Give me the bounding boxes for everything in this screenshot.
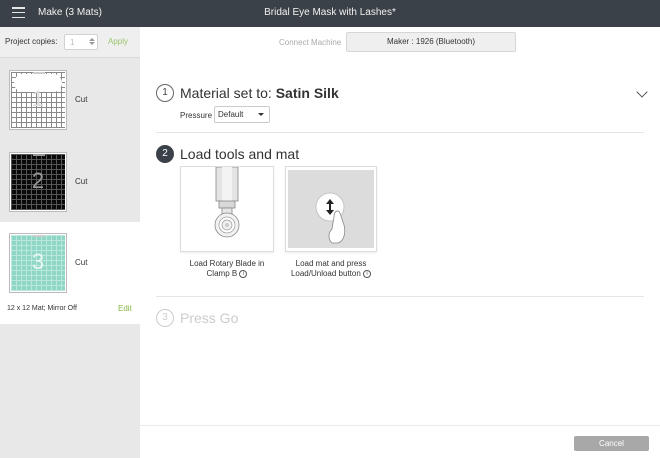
chevron-down-icon[interactable] (636, 86, 648, 98)
project-copies-stepper[interactable]: 1 (64, 34, 98, 50)
step-2-title: Load tools and mat (180, 146, 300, 162)
project-copies-value[interactable]: 1 (70, 38, 74, 47)
mat-sidebar: Project copies: 1 Apply 1 Cut 2 Cut 3 Cu… (0, 27, 140, 458)
rotary-blade-instruction: Load Rotary Blade in Clamp B i (189, 259, 265, 278)
mat-cut-label: Cut (75, 177, 88, 186)
divider (156, 296, 644, 297)
rotary-blade-icon (214, 166, 240, 238)
edit-mat-link[interactable]: Edit (118, 304, 132, 313)
mat-size-info: 12 x 12 Mat; Mirror Off (7, 305, 77, 312)
mat-item-3-selected[interactable]: 3 Cut 12 x 12 Mat; Mirror Off Edit (0, 222, 140, 324)
stepper-up-icon[interactable] (88, 38, 95, 41)
info-icon[interactable]: i (363, 269, 372, 278)
mat-number: 3 (31, 249, 45, 274)
material-name: Satin Silk (275, 85, 339, 101)
step-2-number: 2 (156, 145, 174, 163)
divider (156, 132, 644, 133)
mat-item-2[interactable]: 2 Cut (0, 140, 140, 222)
footer-bar: Cancel (140, 425, 660, 458)
step-1-number: 1 (156, 84, 174, 102)
machine-selector[interactable]: Maker : 1926 (Bluetooth) (346, 32, 516, 52)
step-3-number: 3 (156, 309, 174, 327)
pressure-select[interactable]: Default (214, 106, 270, 123)
step-3-title: Press Go (180, 310, 239, 326)
stepper-arrows[interactable] (88, 37, 95, 48)
pressure-label: Pressure (180, 111, 213, 120)
project-copies-row: Project copies: 1 Apply (0, 27, 140, 58)
load-mat-card (285, 166, 377, 252)
caret-down-icon (258, 113, 264, 116)
main-panel: Connect Machine Maker : 1926 (Bluetooth)… (140, 27, 660, 458)
material-prefix: Material set to: (180, 85, 276, 101)
load-mat-instruction: Load mat and press Load/Unload button i (276, 259, 386, 279)
load-unload-button-icon (288, 170, 374, 248)
make-title: Make (3 Mats) (38, 7, 102, 18)
mat-thumbnail-3[interactable]: 3 (9, 233, 67, 293)
cancel-button[interactable]: Cancel (574, 436, 649, 451)
rotary-blade-card (180, 166, 274, 252)
step-1-title: Material set to: Satin Silk (180, 85, 339, 101)
mat-number: 1 (31, 86, 45, 111)
mat-thumbnail-2[interactable]: 2 (9, 152, 67, 212)
stepper-down-icon[interactable] (88, 42, 95, 45)
top-bar: Make (3 Mats) Bridal Eye Mask with Lashe… (0, 0, 660, 27)
project-copies-label: Project copies: (5, 37, 58, 46)
hamburger-menu-icon[interactable] (12, 7, 25, 19)
mat-cut-label: Cut (75, 95, 88, 104)
mat-cut-label: Cut (75, 258, 88, 267)
connect-machine-label: Connect Machine (279, 38, 342, 47)
mat-number: 2 (31, 168, 45, 193)
pressure-value: Default (218, 110, 244, 119)
info-icon[interactable]: i (239, 269, 248, 278)
apply-button[interactable]: Apply (108, 37, 128, 46)
mat-thumbnail-1[interactable]: 1 (9, 70, 67, 130)
mat-item-1[interactable]: 1 Cut (0, 58, 140, 140)
